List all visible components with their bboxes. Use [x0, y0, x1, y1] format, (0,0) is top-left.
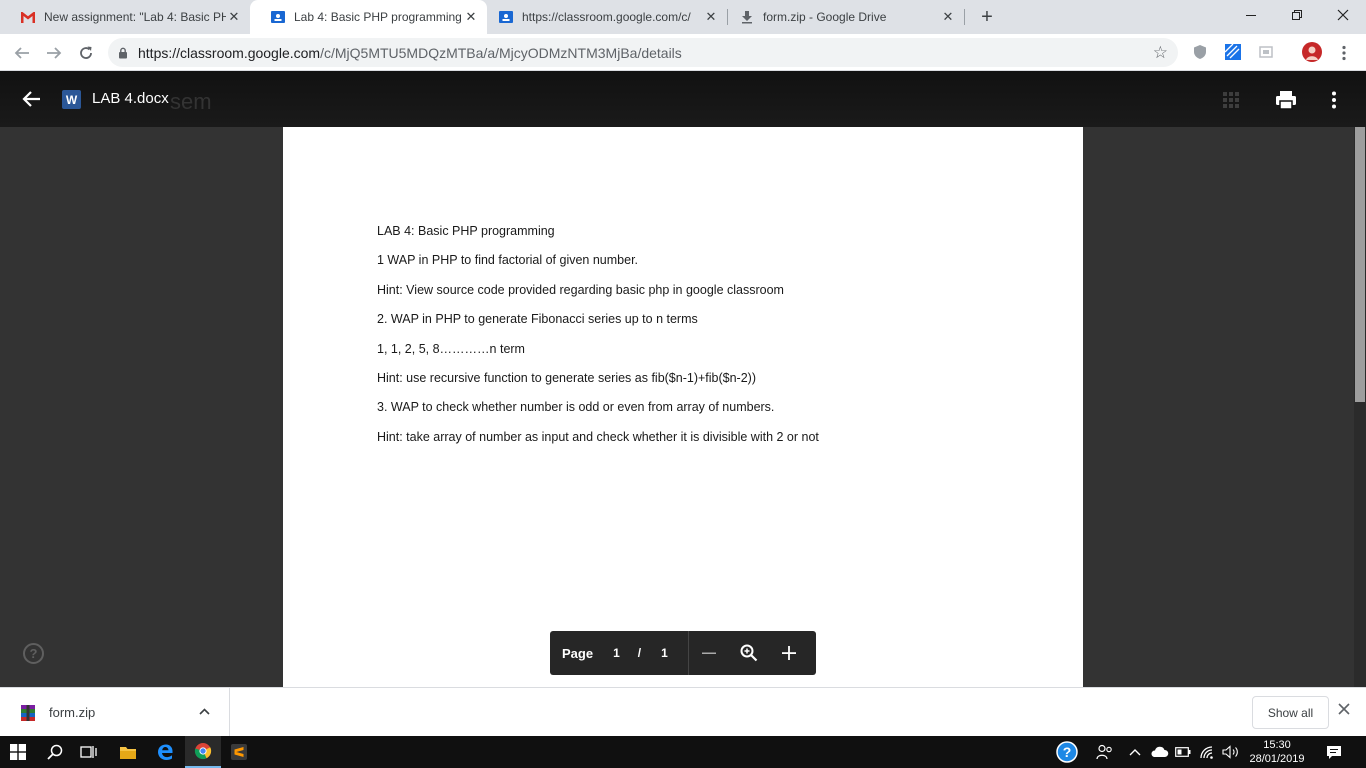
doc-line: 1, 1, 2, 5, 8…………n term — [377, 342, 525, 356]
profile-avatar[interactable] — [1302, 42, 1322, 62]
drive-download-icon — [739, 9, 755, 25]
close-window-button[interactable] — [1320, 0, 1366, 30]
bookmark-star-icon[interactable]: ☆ — [1153, 43, 1168, 63]
doc-title: LAB 4: Basic PHP programming — [377, 224, 555, 238]
tab-title: https://classroom.google.com/c/ — [522, 10, 691, 24]
file-title: LAB 4.docx — [92, 90, 169, 107]
doc-line: Hint: use recursive function to generate… — [377, 371, 756, 385]
striped-extension-icon[interactable] — [1224, 43, 1242, 61]
help-icon[interactable]: ? — [23, 643, 44, 664]
chevron-up-tray-icon[interactable] — [1126, 736, 1144, 768]
reload-button[interactable] — [72, 39, 100, 67]
file-explorer-icon[interactable] — [110, 736, 146, 768]
clock-time: 15:30 — [1263, 739, 1291, 751]
tab-gmail[interactable]: New assignment: "Lab 4: Basic PH ✕ — [0, 0, 250, 34]
page-label: Page — [562, 645, 594, 661]
print-icon[interactable] — [1273, 87, 1299, 113]
forward-button[interactable] — [40, 39, 68, 67]
close-icon[interactable]: ✕ — [703, 9, 719, 25]
battery-icon[interactable] — [1174, 736, 1192, 768]
back-button[interactable] — [8, 39, 36, 67]
url-text: https://classroom.google.com/c/MjQ5MTU5M… — [138, 45, 682, 61]
people-icon[interactable] — [1094, 736, 1116, 768]
page-controls: Page 1 / 1 — [550, 631, 816, 675]
viewer-scrollbar[interactable] — [1354, 127, 1366, 687]
background-text: sem — [170, 89, 212, 114]
minimize-button[interactable] — [1228, 0, 1274, 30]
close-icon[interactable]: ✕ — [226, 9, 242, 25]
tab-separator — [964, 9, 965, 25]
scrollbar-thumb[interactable] — [1355, 127, 1365, 402]
word-icon: W — [62, 90, 81, 109]
zoom-icon[interactable] — [729, 631, 769, 675]
archive-file-icon — [20, 704, 36, 722]
onedrive-cloud-icon[interactable] — [1148, 736, 1170, 768]
new-tab-button[interactable]: + — [975, 5, 999, 29]
tab-title: form.zip - Google Drive — [763, 10, 887, 24]
lock-icon[interactable] — [108, 47, 138, 59]
tab-title: Lab 4: Basic PHP programming — [294, 10, 462, 24]
edge-browser-icon[interactable] — [147, 736, 183, 768]
tab-lab4[interactable]: Lab 4: Basic PHP programming ✕ — [250, 0, 487, 34]
cast-extension-icon[interactable] — [1257, 43, 1275, 61]
gmail-icon — [20, 9, 36, 25]
close-icon[interactable]: ✕ — [463, 9, 479, 25]
download-file-name: form.zip — [49, 705, 96, 720]
back-arrow-icon[interactable] — [20, 87, 44, 111]
sublime-text-icon[interactable] — [221, 736, 257, 768]
browser-toolbar: https://classroom.google.com/c/MjQ5MTU5M… — [0, 34, 1366, 71]
wifi-icon[interactable] — [1198, 736, 1218, 768]
doc-line: Hint: View source code provided regardin… — [377, 283, 784, 297]
volume-icon[interactable] — [1220, 736, 1242, 768]
tab-classroom[interactable]: https://classroom.google.com/c/ ✕ — [478, 0, 727, 34]
tab-title: New assignment: "Lab 4: Basic PH — [44, 10, 226, 24]
document-page: LAB 4: Basic PHP programming 1 WAP in PH… — [283, 127, 1083, 687]
url-host: https://classroom.google.com — [138, 44, 321, 61]
doc-line: 2. WAP in PHP to generate Fibonacci seri… — [377, 312, 698, 326]
chevron-up-icon[interactable] — [199, 704, 210, 718]
task-view-icon[interactable] — [71, 736, 107, 768]
chrome-menu-button[interactable] — [1330, 39, 1358, 67]
svg-text:?: ? — [1063, 744, 1072, 760]
shield-extension-icon[interactable] — [1191, 43, 1209, 61]
help-tray-icon[interactable]: ? — [1055, 736, 1079, 768]
zoom-out-button[interactable] — [689, 631, 729, 675]
clock-date: 28/01/2019 — [1249, 753, 1305, 765]
zoom-in-button[interactable] — [769, 631, 809, 675]
close-download-bar-icon[interactable] — [1338, 702, 1350, 720]
url-path: /c/MjQ5MTU5MDQzMTBa/a/MjcyODMzNTM3MjBa/d… — [320, 44, 682, 61]
apps-grid-icon[interactable] — [1218, 87, 1244, 113]
classroom-icon — [270, 9, 286, 25]
close-icon[interactable]: ✕ — [940, 9, 956, 25]
tab-strip: New assignment: "Lab 4: Basic PH ✕ Lab 4… — [0, 0, 1366, 34]
classroom-icon — [498, 9, 514, 25]
notifications-icon[interactable] — [1320, 736, 1348, 768]
tab-drive[interactable]: form.zip - Google Drive ✕ — [719, 0, 964, 34]
total-pages: 1 — [661, 646, 668, 660]
chrome-taskbar-icon[interactable] — [185, 736, 221, 768]
windows-taskbar: ? 15:30 28/01/2019 — [0, 736, 1366, 768]
restore-button[interactable] — [1274, 0, 1320, 30]
more-options-icon[interactable] — [1321, 87, 1347, 113]
viewer-header: sem W LAB 4.docx — [0, 71, 1366, 127]
download-item[interactable]: form.zip — [0, 688, 230, 737]
show-all-button[interactable]: Show all — [1252, 696, 1329, 729]
address-bar[interactable]: https://classroom.google.com/c/MjQ5MTU5M… — [108, 38, 1178, 67]
doc-line: 1 WAP in PHP to find factorial of given … — [377, 253, 639, 267]
taskbar-clock[interactable]: 15:30 28/01/2019 — [1242, 738, 1312, 766]
download-bar: form.zip Show all — [0, 687, 1366, 737]
search-icon[interactable] — [37, 736, 73, 768]
page-separator: / — [637, 646, 642, 660]
document-viewer: sem W LAB 4.docx LAB 4: Basic PHP progra… — [0, 71, 1366, 687]
windows-start-icon[interactable] — [0, 736, 36, 768]
doc-line: 3. WAP to check whether number is odd or… — [377, 400, 775, 414]
current-page[interactable]: 1 — [613, 646, 620, 660]
doc-line: Hint: take array of number as input and … — [377, 430, 819, 444]
